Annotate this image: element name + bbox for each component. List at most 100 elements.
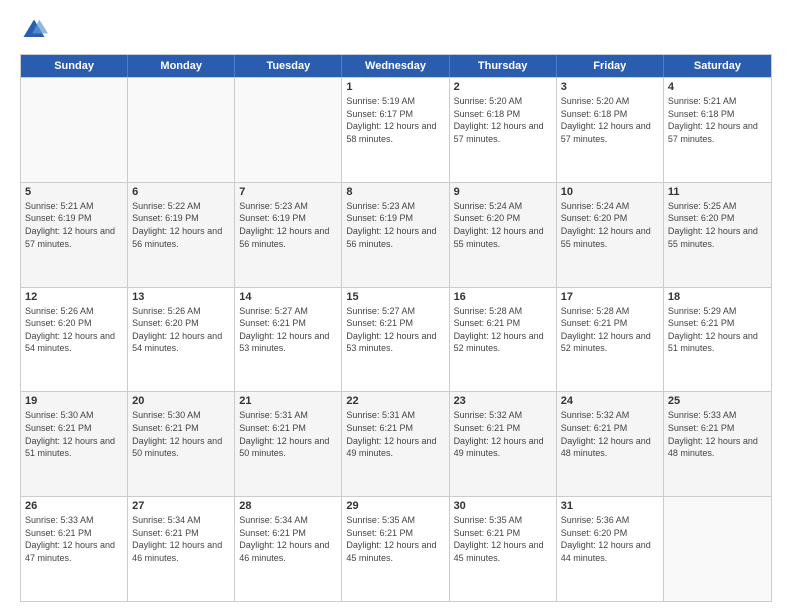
calendar-cell: 17 Sunrise: 5:28 AMSunset: 6:21 PMDayligh… <box>557 288 664 392</box>
day-of-week-header: Sunday <box>21 55 128 77</box>
day-info: Sunrise: 5:33 AMSunset: 6:21 PMDaylight:… <box>668 409 767 459</box>
calendar-row: 26 Sunrise: 5:33 AMSunset: 6:21 PMDayligh… <box>21 496 771 601</box>
day-number: 24 <box>561 395 659 407</box>
calendar-cell: 21Sunrise: 5:31 AMSunset: 6:21 PMDayligh… <box>235 392 342 496</box>
day-number: 15 <box>346 291 444 303</box>
calendar-cell: 9 Sunrise: 5:24 AMSunset: 6:20 PMDaylight… <box>450 183 557 287</box>
empty-cell <box>664 497 771 601</box>
day-info: Sunrise: 5:20 AMSunset: 6:18 PMDaylight:… <box>454 95 552 145</box>
day-number: 20 <box>132 395 230 407</box>
day-info: Sunrise: 5:25 AMSunset: 6:20 PMDaylight:… <box>668 200 767 250</box>
day-number: 26 <box>25 500 123 512</box>
day-number: 14 <box>239 291 337 303</box>
calendar-row: 19 Sunrise: 5:30 AMSunset: 6:21 PMDayligh… <box>21 391 771 496</box>
calendar-cell: 11 Sunrise: 5:25 AMSunset: 6:20 PMDayligh… <box>664 183 771 287</box>
calendar-cell: 29Sunrise: 5:35 AMSunset: 6:21 PMDayligh… <box>342 497 449 601</box>
calendar-header: SundayMondayTuesdayWednesdayThursdayFrid… <box>21 55 771 77</box>
calendar-cell: 10 Sunrise: 5:24 AMSunset: 6:20 PMDayligh… <box>557 183 664 287</box>
calendar-cell: 22Sunrise: 5:31 AMSunset: 6:21 PMDayligh… <box>342 392 449 496</box>
calendar-cell: 31 Sunrise: 5:36 AMSunset: 6:20 PMDayligh… <box>557 497 664 601</box>
day-number: 25 <box>668 395 767 407</box>
calendar-cell: 8 Sunrise: 5:23 AMSunset: 6:19 PMDaylight… <box>342 183 449 287</box>
calendar-cell: 16 Sunrise: 5:28 AMSunset: 6:21 PMDayligh… <box>450 288 557 392</box>
empty-cell <box>128 78 235 182</box>
day-info: Sunrise: 5:33 AMSunset: 6:21 PMDaylight:… <box>25 514 123 564</box>
day-of-week-header: Saturday <box>664 55 771 77</box>
day-number: 11 <box>668 186 767 198</box>
day-info: Sunrise: 5:36 AMSunset: 6:20 PMDaylight:… <box>561 514 659 564</box>
day-info: Sunrise: 5:30 AMSunset: 6:21 PMDaylight:… <box>25 409 123 459</box>
day-info: Sunrise: 5:21 AMSunset: 6:18 PMDaylight:… <box>668 95 767 145</box>
day-number: 30 <box>454 500 552 512</box>
calendar-cell: 13 Sunrise: 5:26 AMSunset: 6:20 PMDayligh… <box>128 288 235 392</box>
day-info: Sunrise: 5:20 AMSunset: 6:18 PMDaylight:… <box>561 95 659 145</box>
day-info: Sunrise: 5:24 AMSunset: 6:20 PMDaylight:… <box>454 200 552 250</box>
calendar-cell: 28 Sunrise: 5:34 AMSunset: 6:21 PMDayligh… <box>235 497 342 601</box>
calendar-cell: 3 Sunrise: 5:20 AMSunset: 6:18 PMDaylight… <box>557 78 664 182</box>
day-info: Sunrise: 5:28 AMSunset: 6:21 PMDaylight:… <box>561 305 659 355</box>
calendar-cell: 19 Sunrise: 5:30 AMSunset: 6:21 PMDayligh… <box>21 392 128 496</box>
day-of-week-header: Tuesday <box>235 55 342 77</box>
day-number: 7 <box>239 186 337 198</box>
header <box>20 16 772 44</box>
day-number: 31 <box>561 500 659 512</box>
calendar-cell: 25 Sunrise: 5:33 AMSunset: 6:21 PMDayligh… <box>664 392 771 496</box>
calendar-cell: 20 Sunrise: 5:30 AMSunset: 6:21 PMDayligh… <box>128 392 235 496</box>
empty-cell <box>21 78 128 182</box>
day-info: Sunrise: 5:19 AMSunset: 6:17 PMDaylight:… <box>346 95 444 145</box>
day-info: Sunrise: 5:23 AMSunset: 6:19 PMDaylight:… <box>346 200 444 250</box>
day-number: 16 <box>454 291 552 303</box>
calendar: SundayMondayTuesdayWednesdayThursdayFrid… <box>20 54 772 602</box>
day-number: 17 <box>561 291 659 303</box>
day-info: Sunrise: 5:30 AMSunset: 6:21 PMDaylight:… <box>132 409 230 459</box>
day-number: 3 <box>561 81 659 93</box>
day-number: 19 <box>25 395 123 407</box>
day-of-week-header: Thursday <box>450 55 557 77</box>
calendar-cell: 7 Sunrise: 5:23 AMSunset: 6:19 PMDaylight… <box>235 183 342 287</box>
calendar-cell: 5 Sunrise: 5:21 AMSunset: 6:19 PMDaylight… <box>21 183 128 287</box>
day-info: Sunrise: 5:34 AMSunset: 6:21 PMDaylight:… <box>132 514 230 564</box>
day-info: Sunrise: 5:35 AMSunset: 6:21 PMDaylight:… <box>454 514 552 564</box>
day-number: 8 <box>346 186 444 198</box>
logo <box>20 16 52 44</box>
day-info: Sunrise: 5:27 AMSunset: 6:21 PMDaylight:… <box>346 305 444 355</box>
day-info: Sunrise: 5:22 AMSunset: 6:19 PMDaylight:… <box>132 200 230 250</box>
day-info: Sunrise: 5:34 AMSunset: 6:21 PMDaylight:… <box>239 514 337 564</box>
day-number: 29 <box>346 500 444 512</box>
day-number: 6 <box>132 186 230 198</box>
calendar-cell: 15 Sunrise: 5:27 AMSunset: 6:21 PMDayligh… <box>342 288 449 392</box>
day-info: Sunrise: 5:29 AMSunset: 6:21 PMDaylight:… <box>668 305 767 355</box>
day-info: Sunrise: 5:23 AMSunset: 6:19 PMDaylight:… <box>239 200 337 250</box>
day-of-week-header: Monday <box>128 55 235 77</box>
day-info: Sunrise: 5:31 AMSunset: 6:21 PMDaylight:… <box>346 409 444 459</box>
calendar-cell: 26 Sunrise: 5:33 AMSunset: 6:21 PMDayligh… <box>21 497 128 601</box>
calendar-cell: 18Sunrise: 5:29 AMSunset: 6:21 PMDayligh… <box>664 288 771 392</box>
day-info: Sunrise: 5:21 AMSunset: 6:19 PMDaylight:… <box>25 200 123 250</box>
day-number: 13 <box>132 291 230 303</box>
day-info: Sunrise: 5:27 AMSunset: 6:21 PMDaylight:… <box>239 305 337 355</box>
calendar-cell: 27Sunrise: 5:34 AMSunset: 6:21 PMDayligh… <box>128 497 235 601</box>
day-info: Sunrise: 5:24 AMSunset: 6:20 PMDaylight:… <box>561 200 659 250</box>
day-info: Sunrise: 5:32 AMSunset: 6:21 PMDaylight:… <box>561 409 659 459</box>
calendar-row: 1 Sunrise: 5:19 AMSunset: 6:17 PMDaylight… <box>21 77 771 182</box>
day-number: 1 <box>346 81 444 93</box>
calendar-row: 5 Sunrise: 5:21 AMSunset: 6:19 PMDaylight… <box>21 182 771 287</box>
calendar-cell: 14 Sunrise: 5:27 AMSunset: 6:21 PMDayligh… <box>235 288 342 392</box>
day-number: 10 <box>561 186 659 198</box>
day-of-week-header: Friday <box>557 55 664 77</box>
calendar-body: 1 Sunrise: 5:19 AMSunset: 6:17 PMDaylight… <box>21 77 771 601</box>
calendar-cell: 12 Sunrise: 5:26 AMSunset: 6:20 PMDayligh… <box>21 288 128 392</box>
day-info: Sunrise: 5:26 AMSunset: 6:20 PMDaylight:… <box>132 305 230 355</box>
day-number: 5 <box>25 186 123 198</box>
calendar-cell: 1 Sunrise: 5:19 AMSunset: 6:17 PMDaylight… <box>342 78 449 182</box>
day-number: 28 <box>239 500 337 512</box>
day-number: 9 <box>454 186 552 198</box>
day-number: 2 <box>454 81 552 93</box>
day-info: Sunrise: 5:26 AMSunset: 6:20 PMDaylight:… <box>25 305 123 355</box>
day-number: 12 <box>25 291 123 303</box>
day-of-week-header: Wednesday <box>342 55 449 77</box>
day-number: 23 <box>454 395 552 407</box>
calendar-cell: 30 Sunrise: 5:35 AMSunset: 6:21 PMDayligh… <box>450 497 557 601</box>
calendar-cell: 23Sunrise: 5:32 AMSunset: 6:21 PMDayligh… <box>450 392 557 496</box>
day-info: Sunrise: 5:28 AMSunset: 6:21 PMDaylight:… <box>454 305 552 355</box>
